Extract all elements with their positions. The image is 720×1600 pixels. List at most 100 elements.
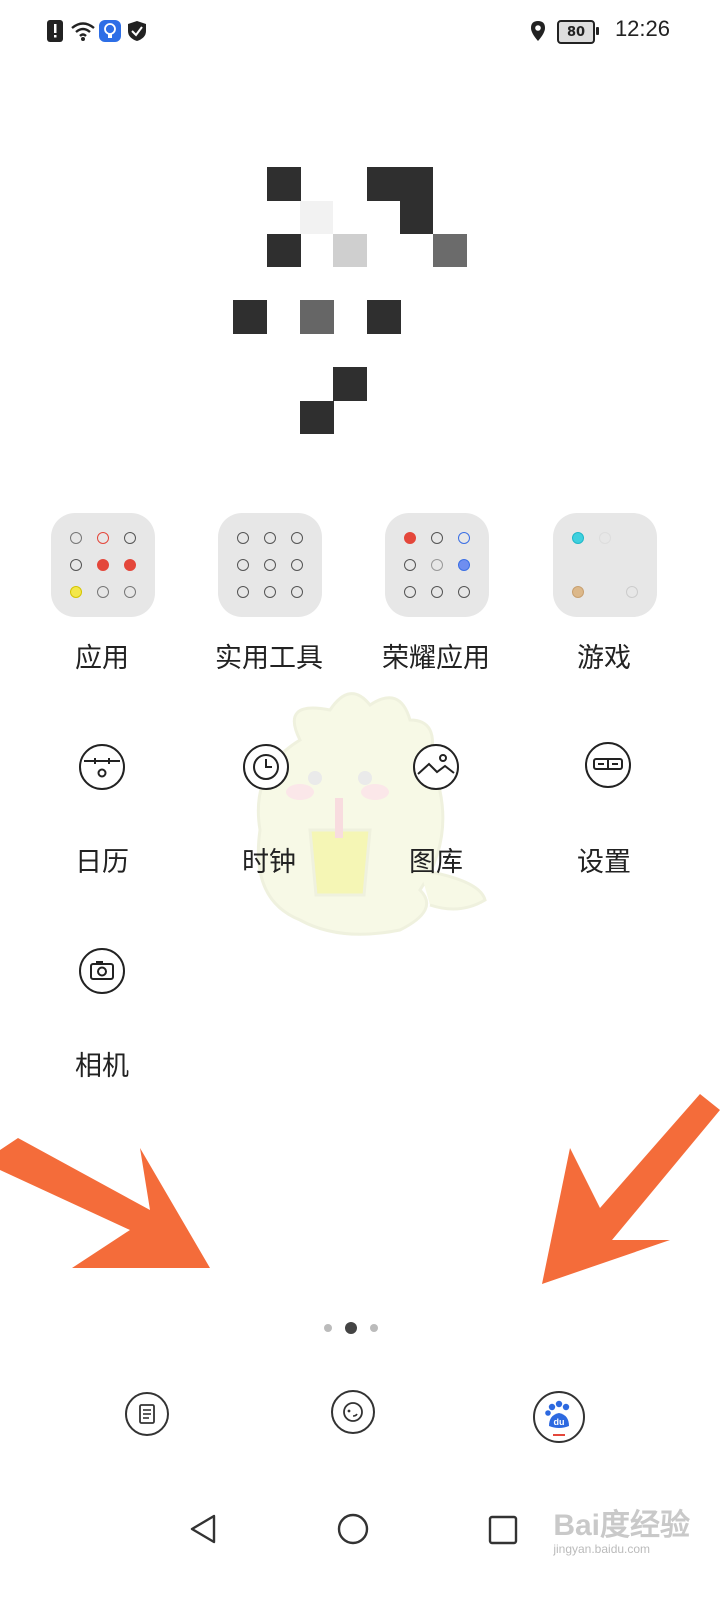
pixel-block: [367, 300, 401, 334]
arrow-annotations: [0, 1094, 720, 1284]
pixel-block: [400, 201, 433, 234]
pixel-block: [267, 167, 301, 201]
pixel-block: [300, 401, 334, 434]
battery-indicator: 80: [557, 20, 599, 44]
gallery-app-label: 图库: [409, 847, 463, 878]
pixel-block: [333, 234, 367, 267]
arrow-right-icon: [542, 1094, 720, 1284]
mini-app-icon: [430, 585, 443, 598]
mini-app-icon: [430, 532, 443, 545]
location-icon: [528, 18, 548, 44]
mini-app-icon: [263, 558, 276, 571]
calendar-icon: [84, 758, 120, 778]
page-dot-active[interactable]: [345, 1322, 357, 1334]
notes-app-button[interactable]: [125, 1392, 169, 1436]
folder-utilities[interactable]: [218, 513, 322, 617]
pixel-block: [367, 167, 433, 201]
mini-app-icon: [626, 559, 638, 571]
settings-icon: [593, 758, 623, 770]
mini-app-icon: [123, 532, 136, 545]
mini-app-icon: [572, 585, 585, 598]
baidu-icon: du: [545, 1400, 570, 1436]
pixel-block: [233, 300, 267, 334]
status-bar: 80 12:26: [0, 0, 720, 62]
back-icon[interactable]: [186, 1512, 220, 1546]
notes-icon: [139, 1404, 155, 1424]
folder-apps-label: 应用: [75, 643, 129, 674]
mini-app-icon: [598, 532, 611, 545]
folder-honor-apps-label: 荣耀应用: [382, 643, 490, 674]
status-time: 12:26: [614, 16, 670, 41]
mini-app-icon: [70, 585, 83, 598]
svg-text:du: du: [554, 1417, 565, 1427]
gallery-app-button[interactable]: [413, 744, 459, 790]
watermark-brand: Bai度经验: [553, 1509, 690, 1542]
calendar-app-button[interactable]: [79, 744, 125, 790]
clock-icon: [253, 754, 279, 780]
mini-app-icon: [572, 532, 585, 545]
mini-app-icon: [237, 585, 250, 598]
mini-app-icon: [572, 559, 584, 571]
mini-app-icon: [430, 558, 443, 571]
mini-app-icon: [123, 585, 136, 598]
pixel-art-widget[interactable]: [230, 165, 510, 440]
wifi-icon: [70, 18, 96, 44]
mini-app-icon: [70, 558, 83, 571]
pixel-block: [300, 201, 333, 234]
mini-app-icon: [599, 586, 611, 598]
mini-app-icon: [290, 558, 303, 571]
arrow-left-icon: [0, 1138, 210, 1268]
camera-icon: [90, 961, 114, 980]
mini-app-icon: [626, 532, 638, 544]
dinosaur-wallpaper-image: [256, 692, 487, 936]
folder-apps[interactable]: [51, 513, 155, 617]
mini-app-icon: [404, 532, 417, 545]
browser-app-button[interactable]: [331, 1390, 375, 1434]
mini-app-icon: [457, 585, 470, 598]
camera-app-label: 相机: [75, 1051, 129, 1082]
mini-app-icon: [625, 585, 638, 598]
shield-icon: [126, 18, 148, 44]
recents-icon[interactable]: [486, 1513, 520, 1547]
mini-app-icon: [96, 585, 109, 598]
baidu-app-button[interactable]: du: [533, 1391, 585, 1443]
gallery-icon: [417, 754, 455, 775]
mini-app-icon: [457, 558, 470, 571]
page-dot[interactable]: [324, 1324, 332, 1332]
page-dot[interactable]: [370, 1324, 378, 1332]
mini-app-icon: [457, 532, 470, 545]
folder-games[interactable]: [553, 513, 657, 617]
folder-games-label: 游戏: [577, 643, 631, 674]
mini-app-icon: [237, 558, 250, 571]
pixel-block: [333, 367, 367, 401]
clock-app-button[interactable]: [243, 744, 289, 790]
watermark-url: jingyan.baidu.com: [553, 1542, 651, 1556]
alert-icon: [46, 18, 64, 44]
baidu-jingyan-watermark: Bai度经验 jingyan.baidu.com: [553, 1500, 690, 1556]
folder-utilities-label: 实用工具: [215, 643, 323, 674]
clock-app-label: 时钟: [242, 847, 296, 878]
page-indicator[interactable]: [318, 1320, 398, 1336]
mini-app-icon: [290, 585, 303, 598]
bulb-icon: [98, 18, 122, 44]
mini-app-icon: [123, 558, 136, 571]
mini-app-icon: [404, 558, 417, 571]
calendar-app-label: 日历: [75, 847, 129, 878]
pixel-block: [267, 234, 301, 267]
mini-app-icon: [263, 532, 276, 545]
mini-app-icon: [237, 532, 250, 545]
mini-app-icon: [96, 558, 109, 571]
pixel-block: [300, 300, 334, 334]
folder-honor-apps[interactable]: [385, 513, 489, 617]
mini-app-icon: [404, 585, 417, 598]
home-icon[interactable]: [336, 1512, 370, 1546]
mini-app-icon: [70, 532, 83, 545]
mini-app-icon: [96, 532, 109, 545]
mini-app-icon: [263, 585, 276, 598]
settings-app-label: 设置: [577, 847, 631, 878]
settings-app-button[interactable]: [585, 742, 631, 788]
camera-app-button[interactable]: [79, 948, 125, 994]
pixel-block: [433, 234, 467, 267]
mini-app-icon: [599, 559, 611, 571]
mini-app-icon: [290, 532, 303, 545]
